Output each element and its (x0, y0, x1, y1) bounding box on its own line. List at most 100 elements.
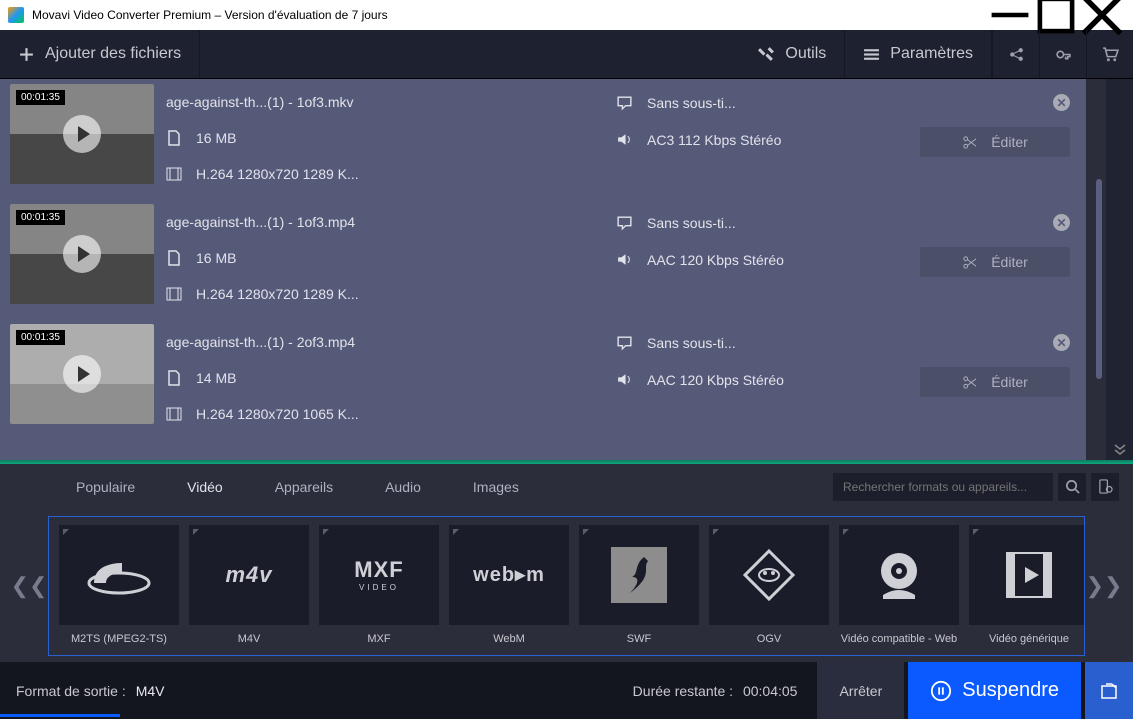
settings-button[interactable]: Paramètres (845, 30, 992, 78)
film-play-icon (1001, 547, 1057, 603)
duration-badge: 00:01:35 (16, 90, 65, 105)
pause-label: Suspendre (962, 679, 1059, 702)
close-button[interactable] (1079, 0, 1125, 30)
file-info: age-against-th...(1) - 1of3.mp4 16 MB H.… (154, 204, 616, 302)
thumbnail[interactable]: 00:01:35 (10, 204, 154, 304)
file-size: 16 MB (196, 250, 236, 266)
pause-icon (930, 680, 952, 702)
play-icon[interactable] (63, 355, 101, 393)
format-item-ogv[interactable]: OGV (709, 525, 829, 651)
edit-button[interactable]: Éditer (920, 247, 1070, 277)
progress-bar (0, 714, 120, 717)
remove-file-button[interactable]: ✕ (1053, 214, 1070, 231)
file-actions: ✕ Éditer (876, 84, 1076, 157)
search-button[interactable] (1056, 473, 1086, 501)
remaining-label: Durée restante : (633, 683, 733, 699)
edit-label: Éditer (991, 254, 1028, 270)
edit-button[interactable]: Éditer (920, 367, 1070, 397)
file-row[interactable]: 00:01:35 age-against-th...(1) - 1of3.mkv… (0, 84, 1086, 204)
tab-devices[interactable]: Appareils (269, 475, 339, 499)
tab-popular[interactable]: Populaire (70, 475, 141, 499)
webm-icon: web▸m (473, 562, 545, 587)
file-name: age-against-th...(1) - 1of3.mp4 (166, 214, 355, 230)
device-search-icon (1098, 479, 1113, 494)
tab-audio[interactable]: Audio (379, 475, 427, 499)
export-icon (1099, 681, 1119, 701)
webcam-icon (869, 545, 929, 605)
maximize-button[interactable] (1033, 0, 1079, 30)
file-icon (166, 370, 182, 386)
file-actions: ✕ Éditer (876, 324, 1076, 397)
format-item-swf[interactable]: SWF (579, 525, 699, 651)
collapse-panel-button[interactable] (1106, 79, 1133, 460)
add-files-button[interactable]: Ajouter des fichiers (0, 30, 200, 78)
file-actions: ✕ Éditer (876, 204, 1076, 277)
key-icon (1055, 46, 1072, 63)
format-label: Vidéo générique (989, 633, 1069, 645)
format-item-webm[interactable]: web▸m WebM (449, 525, 569, 651)
output-format-value[interactable]: M4V (136, 683, 165, 699)
remaining-value: 00:04:05 (743, 683, 798, 699)
file-row[interactable]: 00:01:35 age-against-th...(1) - 1of3.mp4… (0, 204, 1086, 324)
window-title: Movavi Video Converter Premium – Version… (32, 8, 388, 22)
add-files-label: Ajouter des fichiers (45, 45, 181, 63)
scrollbar[interactable] (1086, 79, 1106, 460)
m4v-icon: m4v (225, 562, 272, 588)
carousel-next[interactable]: ❯❯ (1085, 573, 1123, 599)
file-meta: Sans sous-ti... AAC 120 Kbps Stéréo (616, 324, 876, 388)
remove-file-button[interactable]: ✕ (1053, 94, 1070, 111)
format-label: OGV (757, 633, 781, 645)
tab-video[interactable]: Vidéo (181, 475, 229, 499)
pause-button[interactable]: Suspendre (908, 662, 1081, 719)
remove-file-button[interactable]: ✕ (1053, 334, 1070, 351)
settings-label: Paramètres (890, 45, 973, 63)
tab-images[interactable]: Images (467, 475, 525, 499)
minimize-button[interactable] (987, 0, 1033, 30)
film-icon (166, 166, 182, 182)
thumbnail[interactable]: 00:01:35 (10, 324, 154, 424)
subtitle-icon (616, 334, 633, 351)
file-icon (166, 130, 182, 146)
titlebar: Movavi Video Converter Premium – Version… (0, 0, 1133, 30)
file-subs: Sans sous-ti... (647, 95, 736, 111)
format-label: M2TS (MPEG2-TS) (71, 633, 167, 645)
open-folder-button[interactable] (1085, 662, 1133, 719)
abort-button[interactable]: Arrêter (817, 662, 904, 719)
edit-button[interactable]: Éditer (920, 127, 1070, 157)
duration-badge: 00:01:35 (16, 330, 65, 345)
file-icon (166, 250, 182, 266)
file-name: age-against-th...(1) - 1of3.mkv (166, 94, 354, 110)
detect-device-button[interactable] (1089, 473, 1119, 501)
share-button[interactable] (992, 30, 1039, 78)
format-label: SWF (627, 633, 651, 645)
remaining-time: Durée restante : 00:04:05 (633, 683, 798, 699)
file-audio: AAC 120 Kbps Stéréo (647, 372, 784, 388)
search-input[interactable] (833, 473, 1053, 501)
format-item-m4v[interactable]: m4v M4V (189, 525, 309, 651)
speaker-icon (616, 131, 633, 148)
format-item-mxf[interactable]: MXFVIDEO MXF (319, 525, 439, 651)
key-button[interactable] (1039, 30, 1086, 78)
format-item-generic-video[interactable]: Vidéo générique (969, 525, 1085, 651)
format-tabs-bar: Populaire Vidéo Appareils Audio Images (0, 464, 1133, 509)
speaker-icon (616, 251, 633, 268)
file-row[interactable]: 00:01:35 age-against-th...(1) - 2of3.mp4… (0, 324, 1086, 444)
app-icon (8, 7, 24, 23)
duration-badge: 00:01:35 (16, 210, 65, 225)
format-item-m2ts[interactable]: M2TS (MPEG2-TS) (59, 525, 179, 651)
file-name: age-against-th...(1) - 2of3.mp4 (166, 334, 355, 350)
bottom-bar: Format de sortie : M4V Durée restante : … (0, 662, 1133, 719)
play-icon[interactable] (63, 115, 101, 153)
menu-icon (863, 46, 880, 63)
carousel-prev[interactable]: ❮❮ (10, 573, 48, 599)
search-icon (1065, 479, 1080, 494)
format-item-web-video[interactable]: Vidéo compatible - Web (839, 525, 959, 651)
tools-button[interactable]: Outils (740, 30, 845, 78)
play-icon[interactable] (63, 235, 101, 273)
file-codec: H.264 1280x720 1289 K... (196, 166, 359, 182)
thumbnail[interactable]: 00:01:35 (10, 84, 154, 184)
tools-icon (758, 46, 775, 63)
output-format-label: Format de sortie : (16, 683, 126, 699)
flash-icon (611, 547, 667, 603)
cart-button[interactable] (1086, 30, 1133, 78)
